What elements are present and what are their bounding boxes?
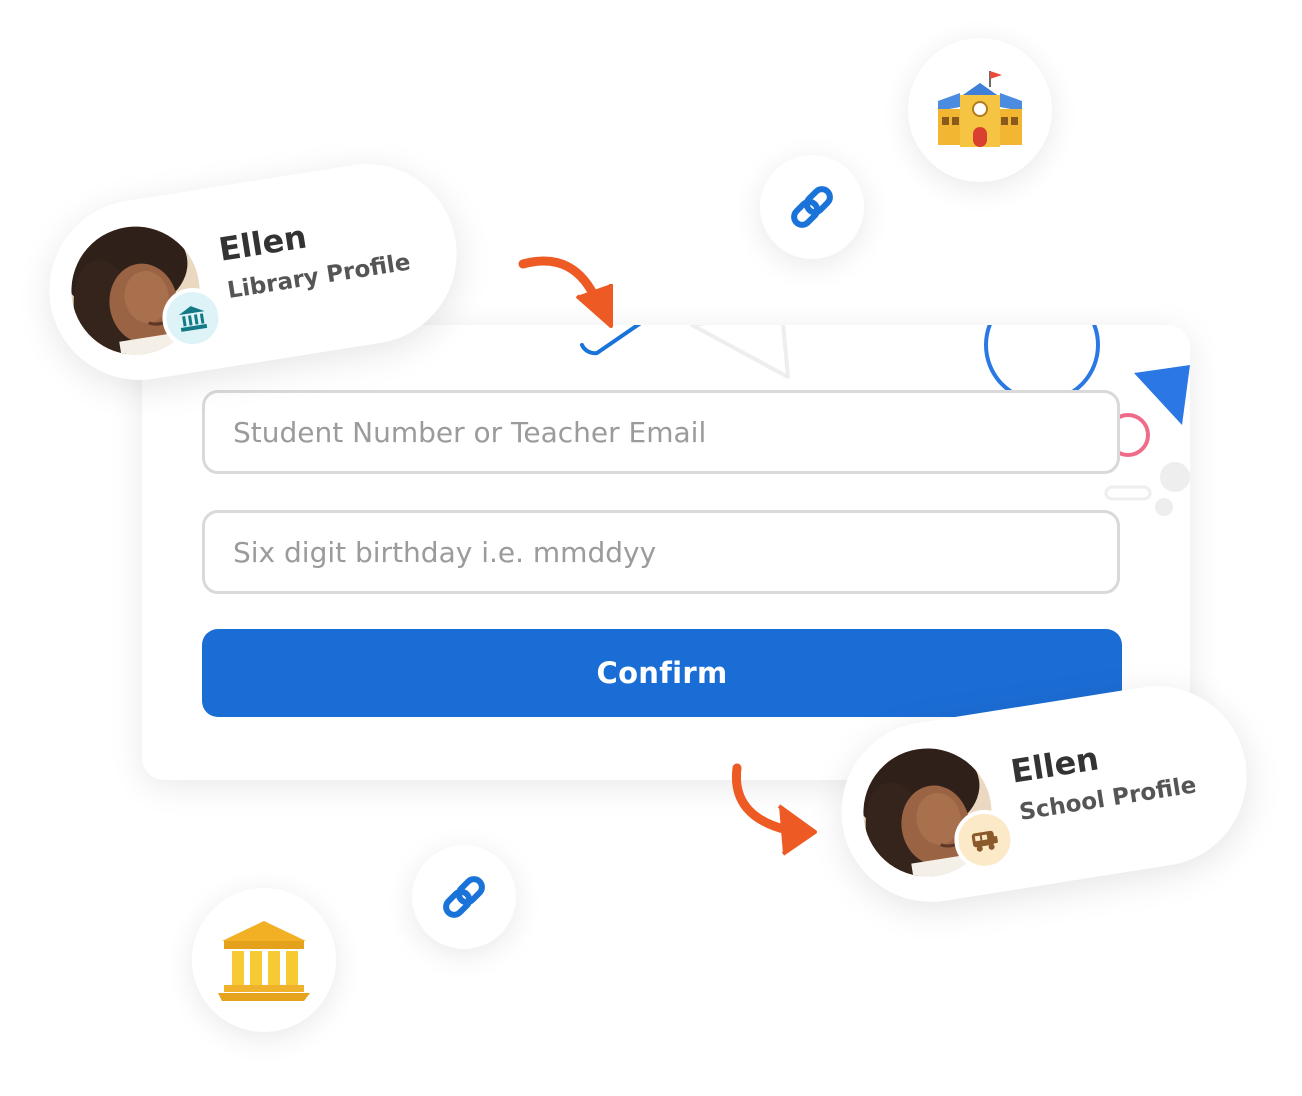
profile-name: Ellen — [1008, 739, 1102, 791]
link-icon — [443, 876, 485, 918]
arrow-down-right-icon — [518, 256, 613, 328]
birthday-input[interactable] — [202, 510, 1120, 594]
illustration-stage: Confirm — [0, 0, 1302, 1096]
school-building-icon — [938, 71, 1022, 147]
link-bubble — [412, 845, 516, 949]
profile-name: Ellen — [216, 217, 310, 269]
library-building-bubble — [192, 888, 336, 1032]
confirm-button[interactable]: Confirm — [202, 629, 1122, 717]
school-building-bubble — [908, 38, 1052, 182]
link-icon — [791, 186, 833, 228]
link-bubble — [760, 155, 864, 259]
student-number-or-email-input[interactable] — [202, 390, 1120, 474]
arrow-down-right-icon — [731, 763, 817, 856]
library-building-icon — [218, 921, 310, 1001]
